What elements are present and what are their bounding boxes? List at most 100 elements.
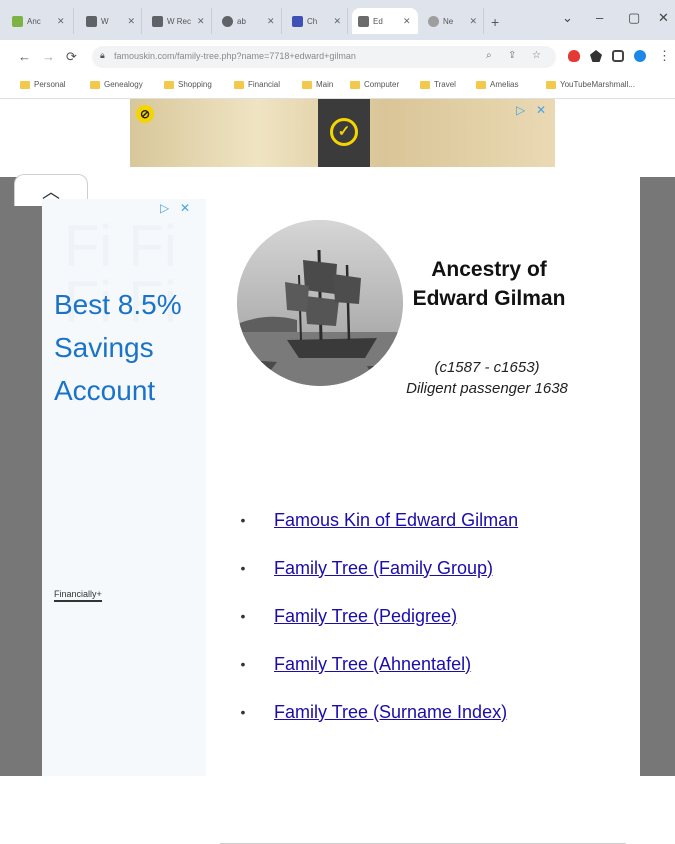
main-content: Ancestry of Edward Gilman (c1587 - c1653… [206,199,640,844]
forward-arrow-icon[interactable]: → [42,49,55,64]
reload-icon[interactable]: ⟳ [66,49,77,65]
famous-kin-link[interactable]: Famous Kin of Edward Gilman [274,510,518,531]
family-group-link[interactable]: Family Tree (Family Group) [274,558,493,579]
list-item: • Family Tree (Surname Index) [234,688,518,736]
window-close-icon[interactable]: ✕ [658,10,669,26]
bookmark-label: Shopping [178,80,212,89]
folder-icon [546,80,556,89]
list-item: • Famous Kin of Edward Gilman [234,496,519,544]
folder-icon [420,80,430,89]
page-favicon-icon [428,15,439,27]
ancestry-favicon-icon [12,15,23,27]
zoom-icon[interactable]: ⌕ [486,50,492,61]
menu-kebab-icon[interactable]: ⋮ [658,48,671,64]
tab-ab[interactable]: ab ✕ [216,8,282,34]
close-icon[interactable]: ✕ [469,16,477,27]
tab-ed-active[interactable]: Ed ✕ [352,8,418,34]
bullet: • [240,512,246,528]
address-bar[interactable]: 🔒︎ famouskin.com/family-tree.php?name=77… [92,46,556,68]
checkmark-icon: ✓ [330,118,358,146]
bookmark-shopping[interactable]: Shopping [164,80,212,89]
pedigree-link[interactable]: Family Tree (Pedigree) [274,606,457,627]
extension-icon[interactable] [590,50,602,62]
profile-avatar-icon[interactable] [634,50,646,62]
top-banner-ad[interactable]: ⊘ ✓ ▷ ✕ [130,99,555,167]
page-favicon-icon [358,15,369,27]
list-item: • Family Tree (Family Group) [234,544,518,592]
page-viewport: ⊘ ✓ ▷ ✕ ︿ Fi Fi Fi Fi ▷ ✕ Best 8.5% Savi… [0,99,675,844]
bookmark-travel[interactable]: Travel [420,80,456,89]
folder-icon [90,80,100,89]
tab-search-chevron-icon[interactable]: ⌄ [562,10,573,26]
folder-icon [350,80,360,89]
brand-badge-icon: ⊘ [136,105,154,123]
folder-icon [20,80,30,89]
mail-favicon-icon [292,15,303,27]
ahnentafel-link[interactable]: Family Tree (Ahnentafel) [274,654,471,675]
bookmark-label: Genealogy [104,80,143,89]
bookmark-label: Amelias [490,80,519,89]
close-icon[interactable]: ✕ [127,16,135,27]
bookmark-computer[interactable]: Computer [350,80,399,89]
ad-headline[interactable]: Best 8.5% Savings Account [54,283,204,412]
page-title: Ancestry of Edward Gilman [412,258,566,310]
close-icon[interactable]: ✕ [267,16,275,27]
bookmark-star-icon[interactable]: ☆ [532,50,541,61]
page-subtitle: (c1587 - c1653) Diligent passenger 1638 [398,357,576,399]
web-favicon-icon [222,15,233,27]
folder-icon [164,80,174,89]
tab-ancestry[interactable]: Anc ✕ [6,8,74,34]
adchoices-icon[interactable]: ▷ [516,103,525,117]
surname-index-link[interactable]: Family Tree (Surname Index) [274,702,507,723]
folder-icon [476,80,486,89]
back-arrow-icon[interactable]: ← [18,49,31,64]
minimize-icon[interactable]: – [596,10,603,25]
ad-brand-link[interactable]: Financially+ [54,589,102,602]
bookmark-label: Travel [434,80,456,89]
lock-icon: 🔒︎ [100,50,105,60]
folder-icon [302,80,312,89]
bookmark-label: Financial [248,80,281,89]
tab-ne[interactable]: Ne ✕ [422,8,484,34]
bullet: • [240,608,246,624]
bookmark-personal[interactable]: Personal [20,80,66,89]
bookmark-financial[interactable]: Financial [234,80,280,89]
close-icon[interactable]: ✕ [197,16,205,27]
bookmark-youtube[interactable]: YouTubeMarshmall... [546,80,635,89]
new-tab-plus-icon[interactable]: + [491,14,499,30]
share-icon[interactable]: ⇪ [508,50,516,61]
bookmark-amelias[interactable]: Amelias [476,80,518,89]
passenger-note: Diligent passenger 1638 [406,380,568,397]
bullet: • [240,560,246,576]
tab-label: Ch [307,16,318,26]
bookmark-label: Main [316,80,334,89]
folder-icon [234,80,244,89]
sidebar-panel-icon[interactable] [612,50,624,62]
side-banner-ad[interactable]: Fi Fi Fi Fi ▷ ✕ Best 8.5% Savings Accoun… [42,199,206,776]
ad-close-icon[interactable]: ✕ [536,103,546,117]
tab-label: Ne [443,16,454,26]
bookmark-genealogy[interactable]: Genealogy [90,80,143,89]
family-tree-links: • Famous Kin of Edward Gilman • Family T… [234,496,519,736]
maximize-icon[interactable]: ▢ [628,10,640,26]
w-favicon-icon [86,15,97,27]
close-icon[interactable]: ✕ [333,16,341,27]
close-icon[interactable]: ✕ [403,16,411,27]
bullet: • [240,656,246,672]
adchoices-icon[interactable]: ▷ [160,201,169,215]
browser-toolbar: ← → ⟳ 🔒︎ famouskin.com/family-tree.php?n… [0,40,675,74]
bookmark-main[interactable]: Main [302,80,333,89]
sailing-ship-illustration [237,220,403,386]
ad-close-icon[interactable]: ✕ [180,201,190,215]
tab-label: W Rec [167,16,191,26]
bookmark-label: Personal [34,80,66,89]
tab-w[interactable]: W ✕ [80,8,142,34]
url-text[interactable]: famouskin.com/family-tree.php?name=7718+… [114,51,356,61]
tab-label: Ed [373,16,383,26]
brave-shield-icon[interactable] [568,50,580,62]
close-icon[interactable]: ✕ [57,16,65,27]
left-gutter [0,177,42,776]
tab-w-rec[interactable]: W Rec ✕ [146,8,212,34]
tab-ch[interactable]: Ch ✕ [286,8,348,34]
tab-label: Anc [27,16,41,26]
